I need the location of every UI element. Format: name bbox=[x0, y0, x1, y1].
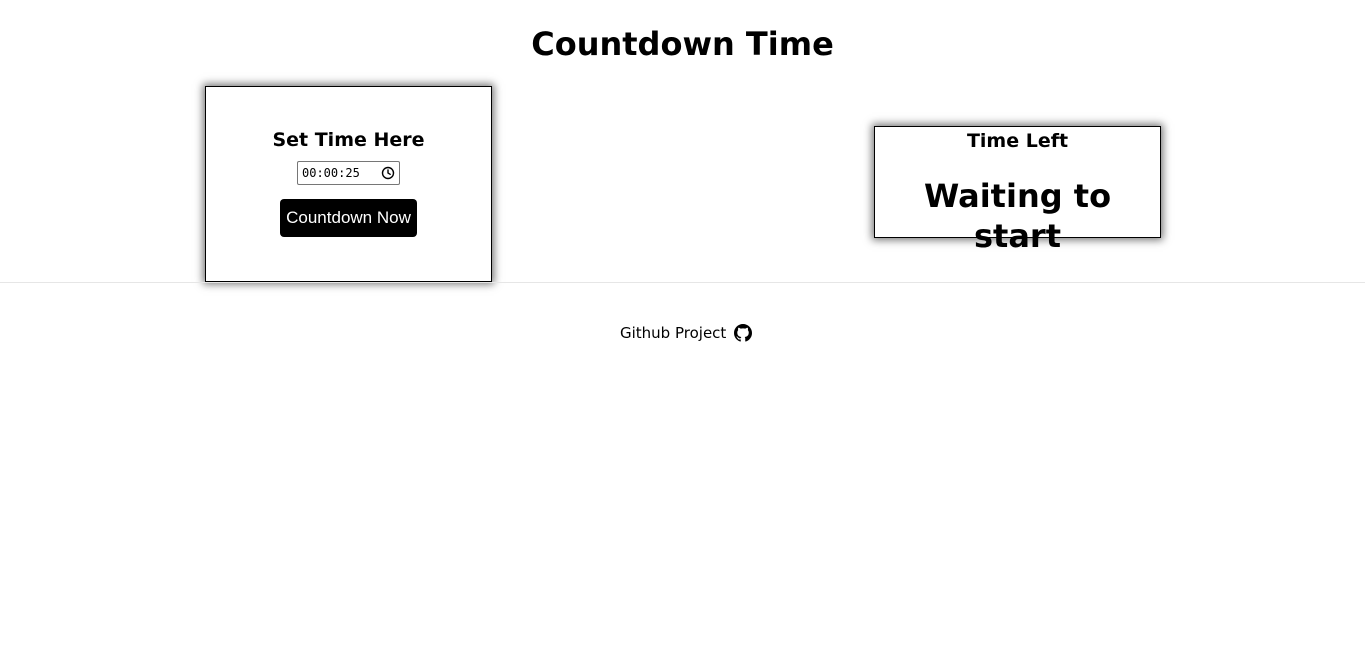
github-project-label: Github Project bbox=[620, 324, 727, 342]
countdown-now-button[interactable]: Countdown Now bbox=[280, 199, 417, 237]
footer-divider bbox=[0, 282, 1365, 283]
clock-icon[interactable] bbox=[381, 166, 395, 180]
set-time-heading: Set Time Here bbox=[272, 129, 425, 151]
time-input[interactable]: 00:00:25 bbox=[297, 161, 400, 185]
countdown-status: Waiting to start bbox=[923, 177, 1112, 255]
page-title: Countdown Time bbox=[531, 25, 834, 63]
time-left-heading: Time Left bbox=[966, 130, 1069, 152]
github-project-link[interactable]: Github Project bbox=[620, 322, 753, 344]
time-input-value: 00:00:25 bbox=[302, 166, 360, 180]
github-icon bbox=[734, 324, 753, 342]
set-time-panel: Set Time Here 00:00:25 Countdown Now bbox=[205, 86, 492, 282]
time-left-panel: Time Left Waiting to start bbox=[874, 126, 1161, 255]
